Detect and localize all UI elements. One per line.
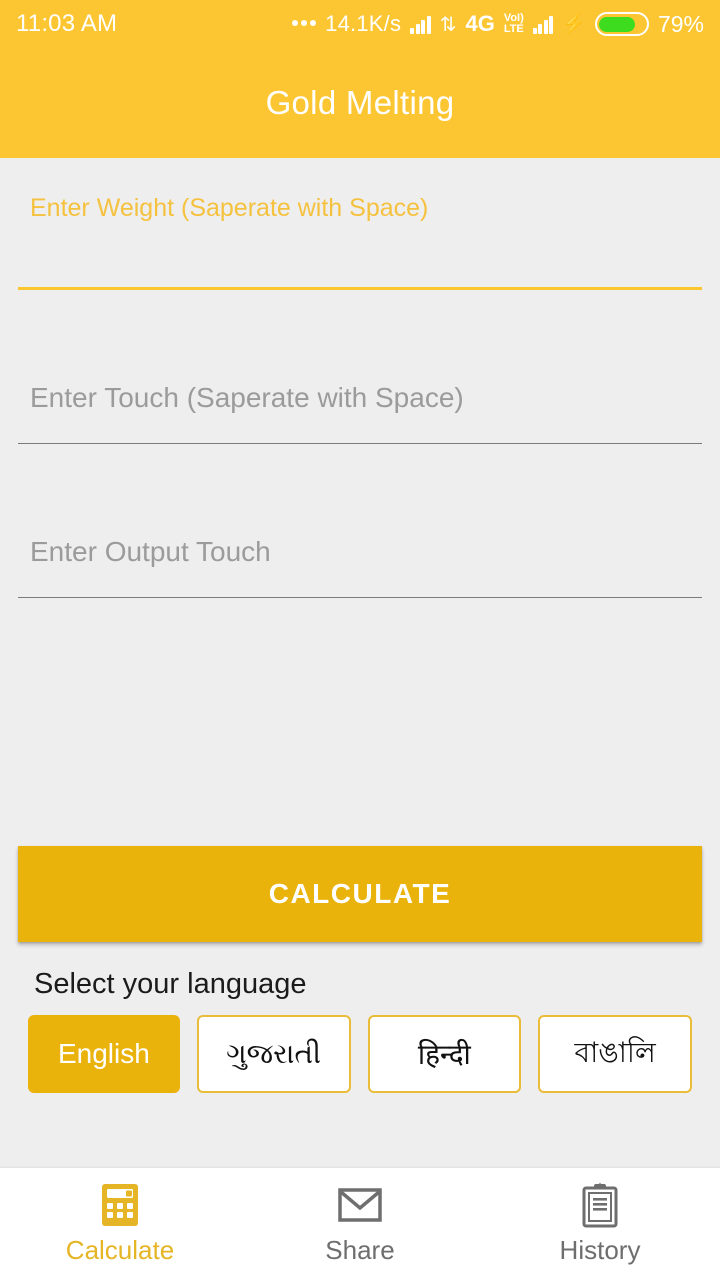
app-bar: Gold Melting xyxy=(0,48,720,158)
calculator-icon xyxy=(97,1182,143,1228)
weight-field-underline xyxy=(18,287,702,290)
output-touch-field-container[interactable]: Enter Output Touch xyxy=(18,506,702,598)
status-bar-indicators: 14.1K/s ⇅ 4G VoI) LTE ⚡ 79% xyxy=(292,11,704,38)
app-root: 11:03 AM 14.1K/s ⇅ 4G VoI) LTE ⚡ 79% Gol… xyxy=(0,0,720,1280)
nav-item-calculate[interactable]: Calculate xyxy=(0,1168,240,1280)
volte-bottom-label: LTE xyxy=(503,23,524,35)
network-type-label: 4G xyxy=(465,11,495,36)
network-speed-label: 14.1K/s xyxy=(325,11,402,36)
nav-label-calculate: Calculate xyxy=(65,1235,175,1265)
touch-field-underline xyxy=(18,442,702,444)
output-touch-field-placeholder: Enter Output Touch xyxy=(30,536,271,567)
touch-field-container[interactable]: Enter Touch (Saperate with Space) xyxy=(18,352,702,444)
nav-label-history: History xyxy=(559,1235,641,1265)
clipboard-icon xyxy=(577,1182,623,1228)
more-dots-icon xyxy=(292,19,317,29)
status-bar: 11:03 AM 14.1K/s ⇅ 4G VoI) LTE ⚡ 79% xyxy=(0,0,720,48)
nav-label-share: Share xyxy=(325,1235,395,1265)
page-title: Gold Melting xyxy=(265,84,455,121)
language-option-gujarati[interactable]: ગુજરાતી xyxy=(196,1015,351,1093)
volte-icon: VoI) LTE xyxy=(504,13,524,35)
touch-field-placeholder: Enter Touch (Saperate with Space) xyxy=(30,382,464,413)
bottom-navigation: Calculate Share History xyxy=(0,1168,720,1280)
weight-field-label: Enter Weight (Saperate with Space) xyxy=(30,194,429,222)
battery-percent-label: 79% xyxy=(657,10,704,37)
input-form: Enter Weight (Saperate with Space) Enter… xyxy=(0,158,720,598)
language-section: Select your language English ગુજરાતી हिन… xyxy=(0,968,720,1093)
envelope-icon xyxy=(337,1182,383,1228)
lightning-bolt-icon: ⚡ xyxy=(562,13,586,35)
output-touch-field-underline xyxy=(18,596,702,598)
language-options-row: English ગુજરાતી हिन्दी বাঙালি xyxy=(0,1015,720,1093)
calculate-button-container: CALCULATE xyxy=(0,846,720,942)
battery-icon xyxy=(594,12,649,36)
language-section-title: Select your language xyxy=(34,968,307,1000)
language-option-hindi[interactable]: हिन्दी xyxy=(367,1015,522,1093)
nav-item-history[interactable]: History xyxy=(480,1168,720,1280)
data-transfer-icon: ⇅ xyxy=(439,13,457,36)
weight-field-container[interactable]: Enter Weight (Saperate with Space) xyxy=(18,158,702,290)
signal-bars-icon xyxy=(410,14,431,34)
signal-bars-icon-2 xyxy=(532,14,554,34)
language-option-bengali[interactable]: বাঙালি xyxy=(538,1015,692,1093)
calculate-button[interactable]: CALCULATE xyxy=(18,846,702,942)
nav-item-share[interactable]: Share xyxy=(240,1168,480,1280)
language-option-english[interactable]: English xyxy=(28,1015,180,1093)
status-bar-time: 11:03 AM xyxy=(16,10,118,37)
